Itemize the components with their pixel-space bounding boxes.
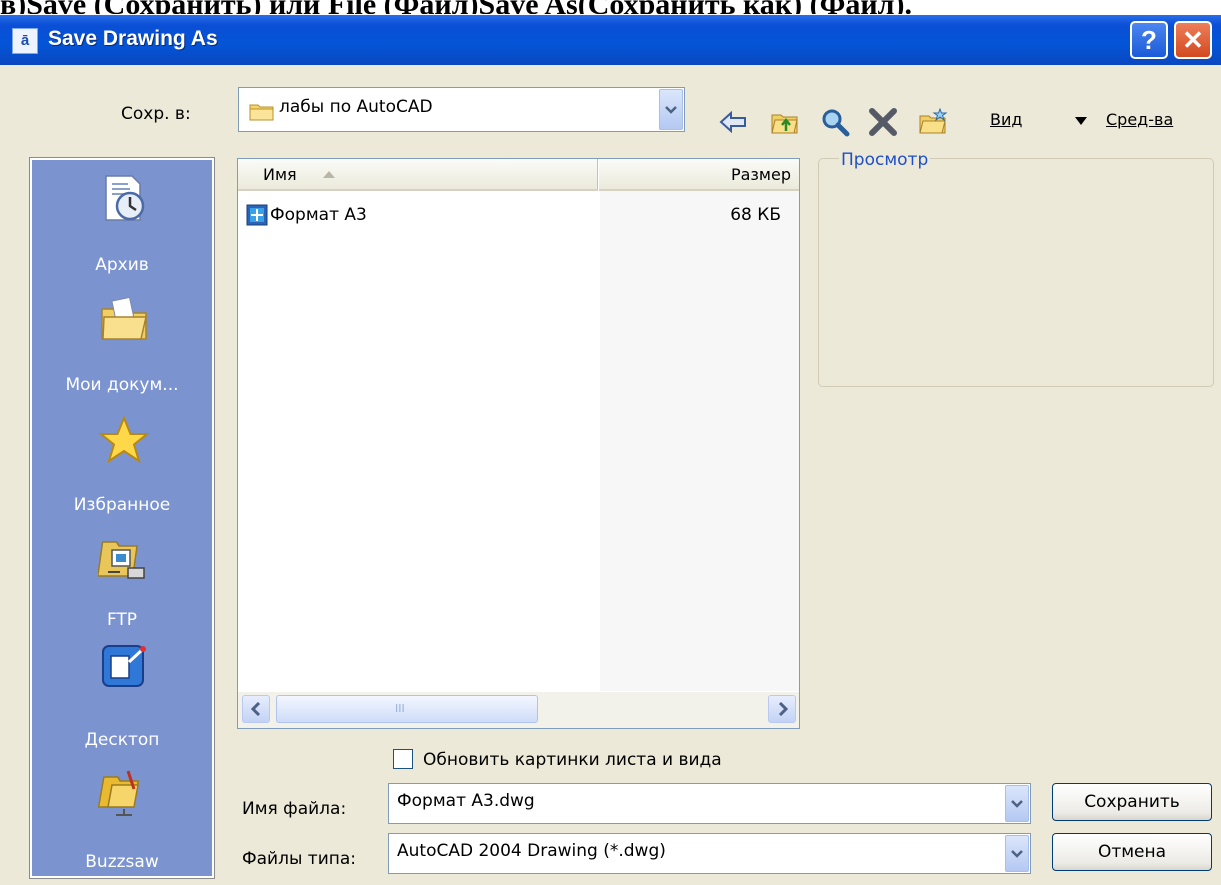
views-dropdown-arrow-icon[interactable]	[1074, 116, 1088, 126]
place-desktop-label: Десктоп	[84, 730, 160, 750]
back-arrow-icon[interactable]	[718, 107, 748, 137]
sort-ascending-icon	[323, 171, 335, 178]
chevron-down-icon	[1011, 799, 1023, 808]
dwg-file-icon	[246, 204, 268, 226]
place-my-documents-label: Мои докум...	[65, 375, 179, 395]
scroll-left-button[interactable]	[242, 695, 270, 723]
file-name-input[interactable]: Формат А3.dwg	[388, 783, 1031, 824]
file-name-cell: Формат А3	[270, 205, 367, 225]
save-in-label: Сохр. в:	[121, 104, 191, 124]
page-caption: в)Save (Сохранить) или File (Файл)Save A…	[0, 0, 1221, 14]
folder-icon	[249, 104, 274, 121]
help-button[interactable]: ?	[1130, 21, 1168, 59]
close-button[interactable]: ✕	[1174, 21, 1212, 59]
places-bar: Архив Мои докум... Избранное FTP Десктоп…	[29, 157, 215, 879]
delete-icon[interactable]	[868, 107, 898, 137]
favorites-star-icon	[98, 415, 150, 464]
file-row[interactable]: Формат А3 68 КБ	[238, 202, 799, 228]
size-column-shade	[600, 191, 799, 691]
desktop-icon	[102, 645, 146, 687]
chevron-left-icon	[250, 702, 261, 716]
preview-label: Просмотр	[839, 150, 931, 170]
chevron-right-icon	[778, 702, 789, 716]
ftp-icon	[98, 541, 145, 579]
views-menu-label: Вид	[990, 110, 1023, 129]
file-type-label: Файлы типа:	[242, 849, 357, 869]
new-folder-icon[interactable]	[918, 107, 948, 137]
place-ftp-label: FTP	[106, 610, 138, 630]
scroll-grip: III	[395, 702, 405, 715]
scroll-right-button[interactable]	[768, 695, 796, 723]
column-header-size[interactable]: Размер	[599, 159, 799, 191]
column-header-name-label: Имя	[263, 165, 297, 184]
file-name-dropdown-button[interactable]	[1005, 785, 1029, 822]
column-header-size-label: Размер	[730, 165, 791, 184]
file-type-dropdown-button[interactable]	[1005, 835, 1029, 872]
save-in-dropdown-button[interactable]	[659, 89, 683, 130]
place-favorites-label: Избранное	[73, 495, 171, 515]
chevron-down-icon	[665, 105, 677, 114]
search-web-icon[interactable]	[820, 107, 850, 137]
horizontal-scrollbar[interactable]: III	[238, 692, 799, 728]
update-thumbnail-checkbox[interactable]	[393, 749, 413, 769]
save-in-combo[interactable]: лабы по AutoCAD	[238, 87, 685, 132]
file-size-cell: 68 КБ	[730, 205, 781, 225]
tools-menu-label: Сред-ва	[1106, 110, 1174, 129]
cancel-button[interactable]: Отмена	[1052, 833, 1212, 871]
views-menu[interactable]: Вид	[990, 110, 1022, 129]
file-type-select[interactable]: AutoCAD 2004 Drawing (*.dwg)	[388, 833, 1031, 874]
window-title: Save Drawing As	[48, 27, 218, 50]
file-list[interactable]: Имя Размер Формат А3 68 КБ III	[237, 158, 800, 729]
update-thumbnail-label[interactable]: Обновить картинки листа и вида	[423, 750, 722, 770]
save-button-label: Сохранить	[1084, 792, 1180, 812]
save-drawing-dialog: ā Save Drawing As ? ✕ Сохр. в: лабы по A…	[0, 15, 1221, 885]
place-buzzsaw-label: Buzzsaw	[85, 852, 159, 872]
buzzsaw-icon	[98, 770, 140, 816]
my-documents-icon	[101, 296, 147, 340]
tools-menu[interactable]: Сред-ва	[1106, 110, 1173, 129]
history-clock-icon	[105, 175, 145, 221]
chevron-down-icon	[1011, 849, 1023, 858]
autocad-app-icon: ā	[12, 28, 38, 54]
column-header-name[interactable]: Имя	[238, 159, 598, 191]
file-name-value: Формат А3.dwg	[397, 791, 535, 811]
scroll-thumb[interactable]: III	[276, 695, 538, 723]
title-bar[interactable]: ā Save Drawing As ? ✕	[0, 15, 1221, 65]
place-history-label: Архив	[95, 255, 149, 275]
file-name-label: Имя файла:	[242, 799, 347, 819]
preview-group: Просмотр	[818, 150, 1214, 387]
save-in-value: лабы по AutoCAD	[279, 97, 433, 117]
file-type-value: AutoCAD 2004 Drawing (*.dwg)	[397, 841, 666, 861]
save-button[interactable]: Сохранить	[1052, 783, 1212, 821]
up-folder-icon[interactable]	[770, 107, 800, 137]
